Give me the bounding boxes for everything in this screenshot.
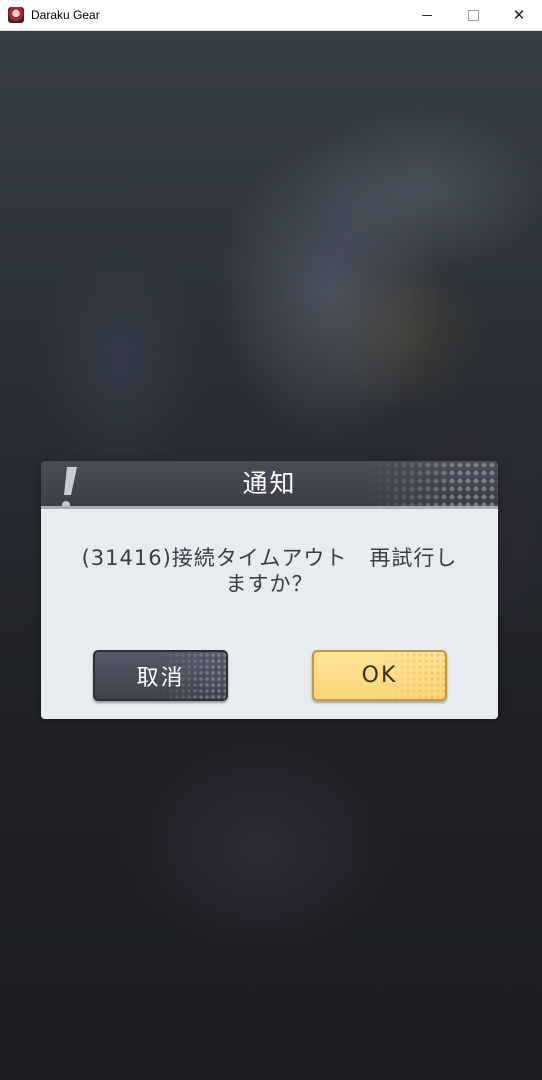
title-bar[interactable]: Daraku Gear ✕ — [0, 0, 542, 31]
dialog-message: (31416)接続タイムアウト 再試行しますか？ — [81, 546, 458, 596]
minimize-icon — [422, 14, 432, 16]
window-title: Daraku Gear — [31, 8, 100, 22]
minimize-button[interactable] — [404, 0, 450, 30]
close-button[interactable]: ✕ — [496, 0, 542, 30]
cancel-button-label: 取消 — [136, 665, 185, 691]
ok-button-label: OK — [361, 663, 398, 688]
maximize-button[interactable] — [450, 0, 496, 30]
close-icon: ✕ — [512, 5, 526, 24]
app-icon — [8, 7, 24, 23]
ok-button[interactable]: OK — [312, 650, 447, 701]
cancel-button[interactable]: 取消 — [93, 650, 228, 701]
maximize-icon — [467, 9, 479, 21]
dialog-title: 通知 — [242, 469, 297, 498]
dialog-body: (31416)接続タイムアウト 再試行しますか？ 取消 OK — [41, 509, 498, 719]
dialog-header: 通知 — [41, 461, 498, 509]
game-window: Daraku Gear ✕ 通知 (31416)接続タイムアウト 再試行しますか… — [0, 0, 542, 1080]
notification-dialog: 通知 (31416)接続タイムアウト 再試行しますか？ 取消 OK — [41, 461, 498, 719]
